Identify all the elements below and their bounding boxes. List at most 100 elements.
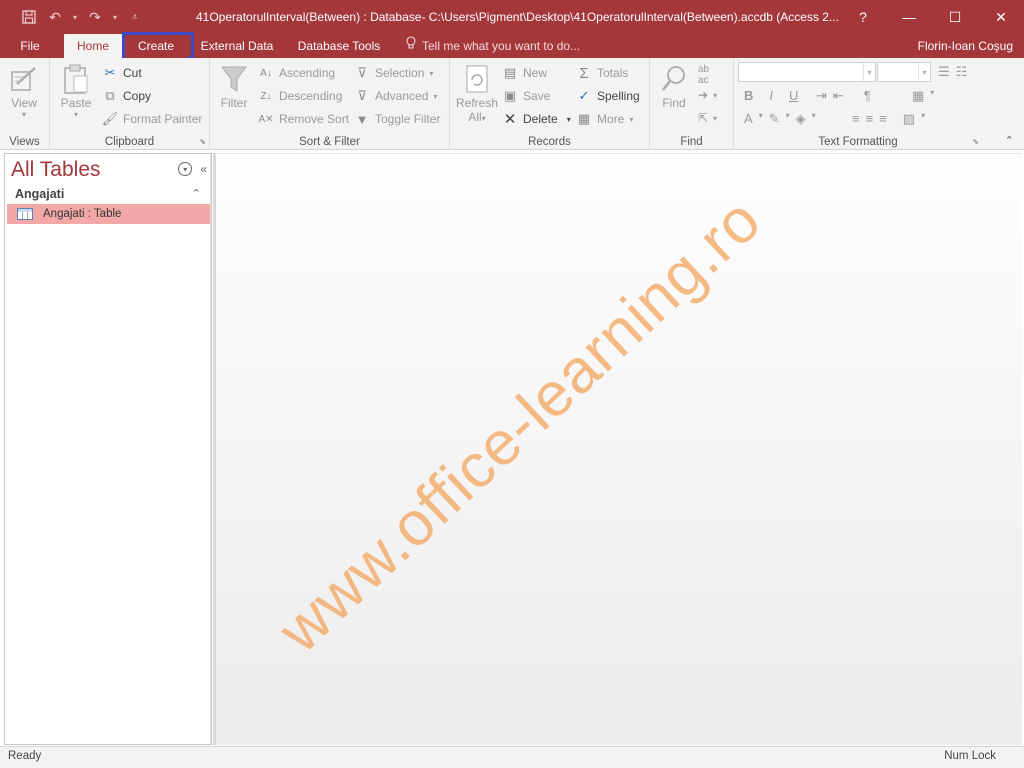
chevron-down-icon: ▾	[863, 63, 875, 81]
nav-item-angajati-table[interactable]: Angajati : Table	[7, 204, 210, 224]
tell-me-text: Tell me what you want to do...	[422, 39, 581, 53]
totals-button[interactable]: Σ Totals	[576, 65, 628, 82]
view-button[interactable]: View ▾	[8, 62, 40, 119]
chevron-down-icon: ▾	[921, 111, 926, 120]
spelling-button[interactable]: ✓ Spelling	[576, 88, 640, 104]
toggle-filter-icon: ▼	[355, 111, 369, 127]
sort-descending-icon: Z↓	[260, 90, 272, 102]
nav-border	[210, 154, 211, 744]
chevron-down-icon: ▾	[481, 114, 486, 123]
spelling-check-icon: ✓	[578, 88, 590, 103]
quick-access-toolbar: ↶ ▾ ↷ ▾ ⩡	[18, 7, 146, 27]
new-record-icon: ▤	[503, 65, 517, 80]
tab-database-tools[interactable]: Database Tools	[291, 34, 387, 58]
underline-button[interactable]: U	[789, 88, 798, 103]
more-grid-icon: ▦	[577, 111, 591, 126]
font-size-dropdown[interactable]: ▾	[877, 62, 931, 82]
new-record-button[interactable]: ▤ New	[502, 65, 547, 81]
align-buttons: ≡ ≡ ≡ ▨ ▾	[852, 111, 925, 127]
font-name-dropdown[interactable]: ▾	[738, 62, 876, 82]
help-button[interactable]: ?	[840, 0, 886, 34]
italic-button[interactable]: I	[769, 88, 773, 103]
descending-button[interactable]: Z↓ Descending	[258, 88, 342, 104]
close-button[interactable]: ✕	[978, 0, 1024, 34]
nav-group-header[interactable]: Angajati ⌃	[5, 185, 211, 203]
views-group: View ▾ Views	[0, 58, 50, 150]
numbering-icon[interactable]: ☷	[956, 64, 968, 80]
copy-button[interactable]: ⧉ Copy	[102, 88, 151, 104]
customize-qat-icon[interactable]: ⩡	[124, 7, 146, 27]
find-button[interactable]: Find	[658, 62, 690, 110]
document-work-area	[216, 153, 1022, 745]
tab-external-data[interactable]: External Data	[195, 34, 279, 58]
paste-button[interactable]: Paste ▾	[60, 62, 92, 119]
ascending-button[interactable]: A↓ Ascending	[258, 65, 335, 81]
tell-me-search[interactable]: Tell me what you want to do...	[406, 34, 580, 58]
save-icon: ▣	[503, 88, 517, 103]
goto-button[interactable]: ➔ ▾	[698, 88, 717, 102]
remove-sort-icon: A✕	[258, 113, 274, 125]
tab-home[interactable]: Home	[64, 34, 122, 58]
paragraph-icon[interactable]: ¶	[864, 88, 871, 104]
more-button[interactable]: ▦ More ▾	[576, 111, 634, 127]
status-bar: Ready Num Lock	[0, 746, 1024, 768]
chevron-down-icon[interactable]: ▾	[70, 7, 80, 27]
text-formatting-group: ▾ ▾ ☰ ☷ B I U ⇥ ⇤ ¶ ▦ ▾ A ▾ ✎ ▾ ◈ ▾ ≡ ≡ …	[734, 58, 982, 150]
gridlines-button[interactable]: ▦ ▾	[912, 88, 934, 104]
alternate-row-color-icon[interactable]: ▨	[903, 111, 915, 127]
collapse-ribbon-icon[interactable]: ⌃	[1005, 134, 1014, 147]
dialog-launcher-icon[interactable]: ⬊	[972, 137, 979, 146]
undo-icon[interactable]: ↶	[44, 7, 66, 27]
format-painter-button[interactable]: 🖌 Format Painter	[102, 111, 203, 127]
group-label-find: Find	[680, 136, 703, 148]
minimize-button[interactable]: —	[886, 0, 932, 34]
font-color-icon[interactable]: A	[744, 111, 753, 127]
user-name[interactable]: Florin-Ioan Coşug	[918, 34, 1013, 58]
cut-button[interactable]: ✂ Cut	[102, 65, 142, 81]
select-button[interactable]: ⇱ ▾	[698, 111, 717, 125]
advanced-button[interactable]: ⊽ Advanced ▾	[354, 88, 437, 104]
align-left-icon[interactable]: ≡	[852, 111, 860, 127]
redo-icon[interactable]: ↷	[84, 7, 106, 27]
selection-button[interactable]: ⊽ Selection ▾	[354, 65, 433, 81]
save-record-button[interactable]: ▣ Save	[502, 88, 551, 104]
refresh-all-button[interactable]: Refresh All▾	[456, 62, 498, 124]
remove-sort-button[interactable]: A✕ Remove Sort	[258, 111, 349, 127]
clipboard-group: Paste ▾ ✂ Cut ⧉ Copy 🖌 Format Painter Cl…	[50, 58, 210, 150]
scissors-icon: ✂	[104, 65, 116, 80]
collapse-group-icon[interactable]: ⌃	[192, 185, 201, 203]
chevron-down-icon: ▾	[73, 110, 78, 119]
chevron-down-icon: ▾	[713, 113, 718, 123]
indent-buttons: ⇥ ⇤ ¶	[816, 88, 871, 104]
nav-pane-title[interactable]: All Tables	[11, 158, 101, 182]
replace-button[interactable]: ab ac	[698, 64, 709, 86]
find-group: Find ab ac ➔ ▾ ⇱ ▾ Find	[650, 58, 734, 150]
align-right-icon[interactable]: ≡	[879, 111, 887, 127]
tab-file[interactable]: File	[8, 34, 52, 58]
replace-icon: ab ac	[698, 64, 710, 86]
delete-button[interactable]: ✕ Delete ▾	[502, 111, 571, 128]
arrow-right-icon: ➔	[698, 88, 709, 102]
num-lock-indicator: Num Lock	[944, 750, 996, 762]
increase-indent-icon[interactable]: ⇥	[816, 88, 827, 104]
align-center-icon[interactable]: ≡	[866, 111, 874, 127]
shutter-bar-close-icon[interactable]: «	[200, 162, 207, 176]
bold-button[interactable]: B	[744, 88, 753, 103]
nav-menu-dropdown-icon[interactable]: ▾	[178, 162, 193, 176]
decrease-indent-icon[interactable]: ⇤	[833, 88, 844, 104]
chevron-down-icon[interactable]: ▾	[110, 7, 120, 27]
toggle-filter-button[interactable]: ▼ Toggle Filter	[354, 111, 441, 127]
bullets-icon[interactable]: ☰	[938, 64, 950, 80]
window-controls: ? — ☐ ✕	[840, 0, 1024, 34]
group-label-sort-filter: Sort & Filter	[299, 136, 360, 148]
cursor-icon: ⇱	[698, 111, 709, 125]
filter-button[interactable]: Filter	[218, 62, 250, 110]
fill-color-icon[interactable]: ◈	[796, 111, 806, 127]
dialog-launcher-icon[interactable]: ⬊	[199, 137, 206, 146]
save-icon[interactable]	[18, 7, 40, 27]
chevron-down-icon: ▾	[21, 110, 26, 119]
title-bar: ↶ ▾ ↷ ▾ ⩡ 41OperatorulInterval(Between) …	[0, 0, 1024, 34]
highlight-icon[interactable]: ✎	[769, 111, 780, 127]
restore-button[interactable]: ☐	[932, 0, 978, 34]
create-tab-highlight	[122, 32, 194, 61]
